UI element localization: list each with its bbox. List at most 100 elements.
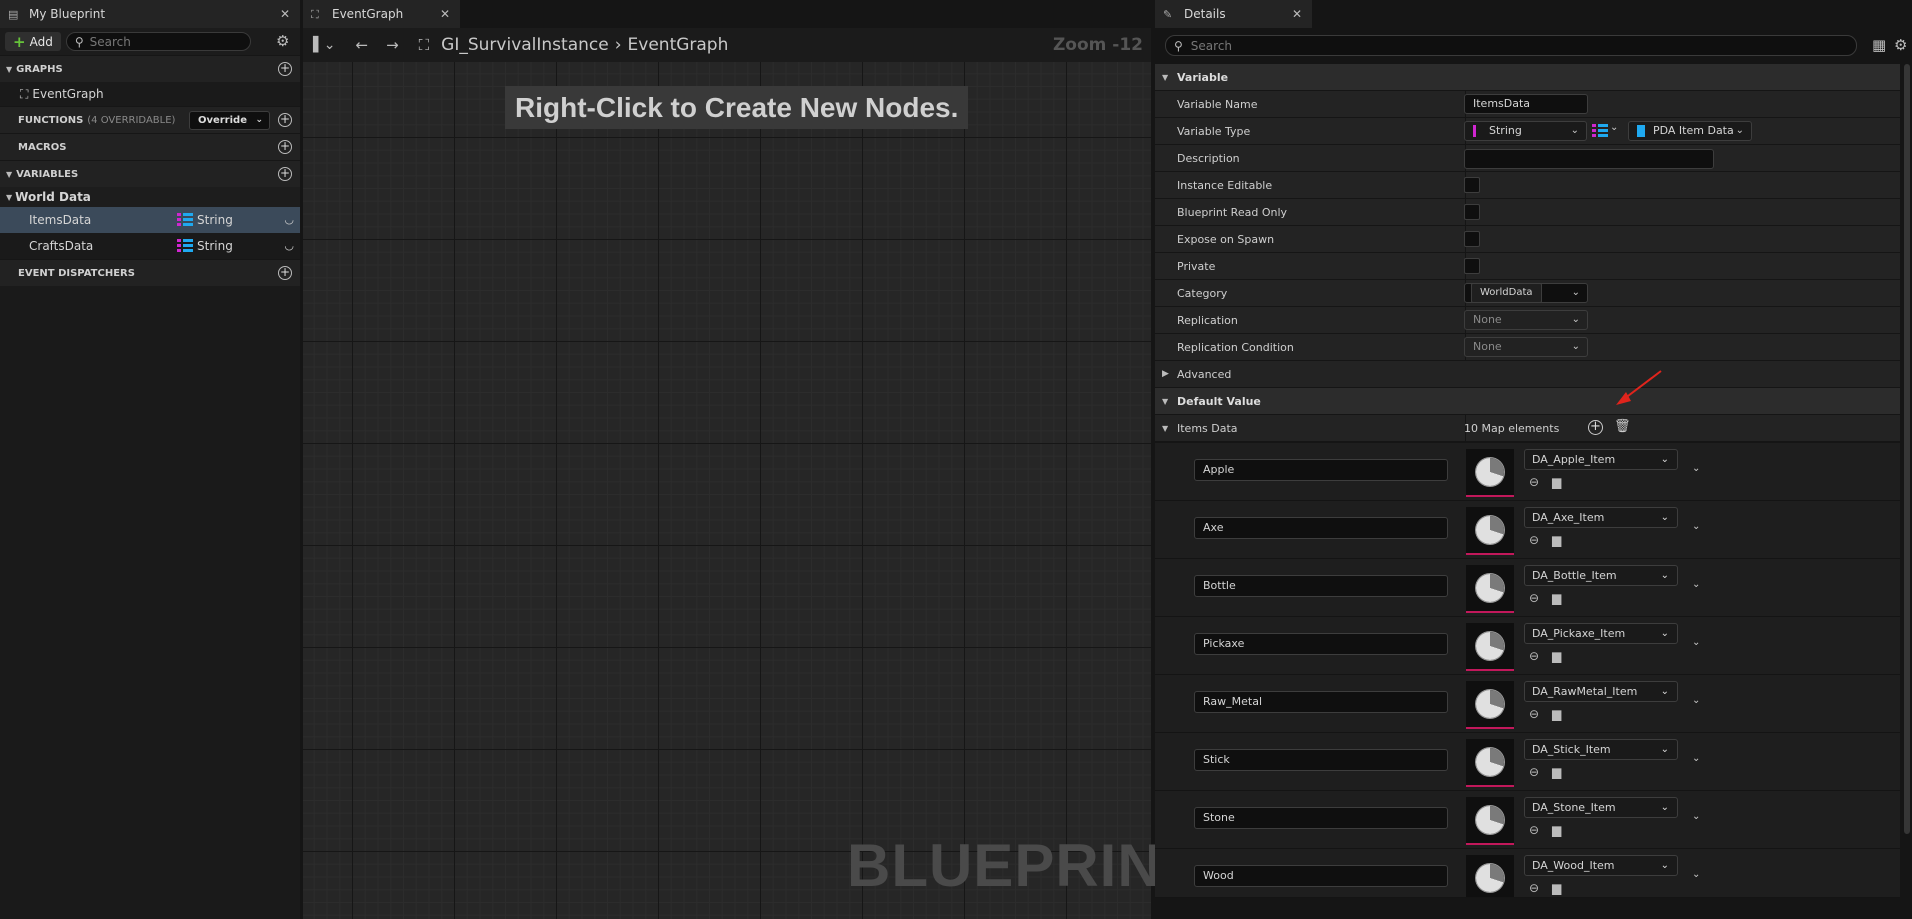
- tab-my-blueprint[interactable]: ▤ My Blueprint ✕: [0, 0, 300, 28]
- element-key-field[interactable]: Wood: [1194, 865, 1448, 887]
- asset-thumbnail[interactable]: [1466, 507, 1514, 555]
- chevron-down-icon[interactable]: ⌄: [1610, 122, 1618, 133]
- forward-arrow-icon[interactable]: →: [386, 36, 399, 54]
- browse-folder-icon[interactable]: ▆: [1552, 881, 1561, 895]
- section-event-dispatchers[interactable]: EVENT DISPATCHERS +: [0, 259, 300, 286]
- details-search-input[interactable]: ⚲ Search: [1165, 35, 1857, 56]
- add-macro-icon[interactable]: +: [278, 140, 292, 154]
- tab-event-graph[interactable]: ⛶ EventGraph ✕: [303, 0, 460, 28]
- use-selected-icon[interactable]: ⊖: [1529, 881, 1539, 895]
- asset-thumbnail[interactable]: [1466, 797, 1514, 845]
- add-graph-icon[interactable]: +: [278, 62, 292, 76]
- key-type-dropdown[interactable]: String ⌄: [1464, 121, 1587, 141]
- browse-folder-icon[interactable]: ▆: [1552, 649, 1561, 663]
- description-field[interactable]: [1464, 149, 1714, 169]
- browse-folder-icon[interactable]: ▆: [1552, 533, 1561, 547]
- use-selected-icon[interactable]: ⊖: [1529, 823, 1539, 837]
- chevron-down-icon[interactable]: ⌄: [1692, 463, 1700, 474]
- breadcrumb-root[interactable]: GI_SurvivalInstance: [441, 35, 609, 55]
- instance-editable-checkbox[interactable]: [1464, 177, 1480, 193]
- bookmark-icon[interactable]: ▌⌄: [313, 37, 336, 53]
- override-dropdown[interactable]: Override ⌄: [188, 111, 270, 130]
- breadcrumb-leaf[interactable]: EventGraph: [628, 35, 729, 55]
- add-variable-icon[interactable]: +: [278, 167, 292, 181]
- variable-category[interactable]: ▼ World Data: [0, 187, 300, 207]
- asset-picker-dropdown[interactable]: DA_Apple_Item ⌄: [1524, 449, 1678, 470]
- element-key-field[interactable]: Raw_Metal: [1194, 691, 1448, 713]
- tab-details[interactable]: ✎ Details ✕: [1155, 0, 1312, 28]
- asset-picker-dropdown[interactable]: DA_Stick_Item ⌄: [1524, 739, 1678, 760]
- element-key-field[interactable]: Stick: [1194, 749, 1448, 771]
- element-key-field[interactable]: Bottle: [1194, 575, 1448, 597]
- asset-thumbnail[interactable]: [1466, 623, 1514, 671]
- close-icon[interactable]: ✕: [1292, 7, 1302, 21]
- asset-picker-dropdown[interactable]: DA_Stone_Item ⌄: [1524, 797, 1678, 818]
- asset-thumbnail[interactable]: [1466, 565, 1514, 613]
- graph-item-eventgraph[interactable]: ⛶ EventGraph: [0, 82, 300, 106]
- chevron-down-icon[interactable]: ⌄: [1692, 695, 1700, 706]
- details-scrollbar[interactable]: [1904, 64, 1910, 834]
- asset-picker-dropdown[interactable]: DA_Axe_Item ⌄: [1524, 507, 1678, 528]
- replication-dropdown[interactable]: None ⌄: [1464, 310, 1588, 330]
- asset-picker-dropdown[interactable]: DA_Wood_Item ⌄: [1524, 855, 1678, 876]
- close-icon[interactable]: ✕: [440, 7, 450, 21]
- section-graphs[interactable]: ▼ GRAPHS +: [0, 55, 300, 82]
- chevron-down-icon[interactable]: ⌄: [1692, 637, 1700, 648]
- variable-row-craftsdata[interactable]: CraftsData String ◡: [0, 233, 300, 259]
- chevron-down-icon[interactable]: ⌄: [1692, 869, 1700, 880]
- chevron-down-icon[interactable]: ⌄: [1692, 521, 1700, 532]
- chevron-down-icon[interactable]: ⌄: [1692, 579, 1700, 590]
- search-input[interactable]: ⚲ Search: [65, 32, 251, 51]
- chevron-down-icon[interactable]: ⌄: [1692, 753, 1700, 764]
- asset-picker-dropdown[interactable]: DA_Bottle_Item ⌄: [1524, 565, 1678, 586]
- bp-read-only-checkbox[interactable]: [1464, 204, 1480, 220]
- browse-folder-icon[interactable]: ▆: [1552, 707, 1561, 721]
- asset-thumbnail[interactable]: [1466, 739, 1514, 787]
- eye-closed-icon[interactable]: ◡: [284, 213, 294, 226]
- add-element-icon[interactable]: +: [1588, 420, 1603, 435]
- gear-icon[interactable]: ⚙: [276, 32, 289, 50]
- asset-thumbnail[interactable]: [1466, 681, 1514, 729]
- back-arrow-icon[interactable]: ←: [356, 36, 369, 54]
- browse-folder-icon[interactable]: ▆: [1552, 765, 1561, 779]
- table-view-icon[interactable]: ▦: [1872, 36, 1886, 54]
- eye-closed-icon[interactable]: ◡: [284, 239, 294, 252]
- section-functions[interactable]: FUNCTIONS (4 OVERRIDABLE) Override ⌄ +: [0, 106, 300, 133]
- replication-condition-dropdown[interactable]: None ⌄: [1464, 337, 1588, 357]
- asset-picker-dropdown[interactable]: DA_RawMetal_Item ⌄: [1524, 681, 1678, 702]
- use-selected-icon[interactable]: ⊖: [1529, 591, 1539, 605]
- browse-folder-icon[interactable]: ▆: [1552, 591, 1561, 605]
- expose-on-spawn-checkbox[interactable]: [1464, 231, 1480, 247]
- add-function-icon[interactable]: +: [278, 113, 292, 127]
- section-variables[interactable]: ▼ VARIABLES +: [0, 160, 300, 187]
- variable-name-field[interactable]: ItemsData: [1464, 94, 1588, 114]
- browse-folder-icon[interactable]: ▆: [1552, 823, 1561, 837]
- prop-advanced[interactable]: ▶ Advanced: [1155, 361, 1900, 388]
- element-key-field[interactable]: Axe: [1194, 517, 1448, 539]
- use-selected-icon[interactable]: ⊖: [1529, 765, 1539, 779]
- asset-thumbnail[interactable]: [1466, 449, 1514, 497]
- close-icon[interactable]: ✕: [280, 7, 290, 21]
- asset-thumbnail[interactable]: [1466, 855, 1514, 897]
- section-macros[interactable]: MACROS +: [0, 133, 300, 160]
- browse-folder-icon[interactable]: ▆: [1552, 475, 1561, 489]
- section-default-value[interactable]: ▼ Default Value: [1155, 388, 1900, 415]
- graph-canvas[interactable]: ▌⌄ ← → ⛶ GI_SurvivalInstance › EventGrap…: [303, 28, 1198, 919]
- element-key-field[interactable]: Stone: [1194, 807, 1448, 829]
- element-key-field[interactable]: Apple: [1194, 459, 1448, 481]
- element-key-field[interactable]: Pickaxe: [1194, 633, 1448, 655]
- section-variable[interactable]: ▼ Variable: [1155, 64, 1900, 91]
- add-button[interactable]: + Add: [5, 32, 61, 51]
- category-combo[interactable]: WorldData ⌄: [1464, 283, 1588, 303]
- private-checkbox[interactable]: [1464, 258, 1480, 274]
- variable-row-itemsdata[interactable]: ItemsData String ◡: [0, 207, 300, 233]
- use-selected-icon[interactable]: ⊖: [1529, 533, 1539, 547]
- gear-icon[interactable]: ⚙: [1894, 36, 1907, 54]
- use-selected-icon[interactable]: ⊖: [1529, 475, 1539, 489]
- container-type-icon[interactable]: [1592, 124, 1608, 138]
- value-type-dropdown[interactable]: PDA Item Data ⌄: [1628, 121, 1752, 141]
- add-dispatcher-icon[interactable]: +: [278, 266, 292, 280]
- chevron-down-icon[interactable]: ⌄: [1692, 811, 1700, 822]
- expand-arrow-icon[interactable]: ▼: [1162, 424, 1168, 433]
- asset-picker-dropdown[interactable]: DA_Pickaxe_Item ⌄: [1524, 623, 1678, 644]
